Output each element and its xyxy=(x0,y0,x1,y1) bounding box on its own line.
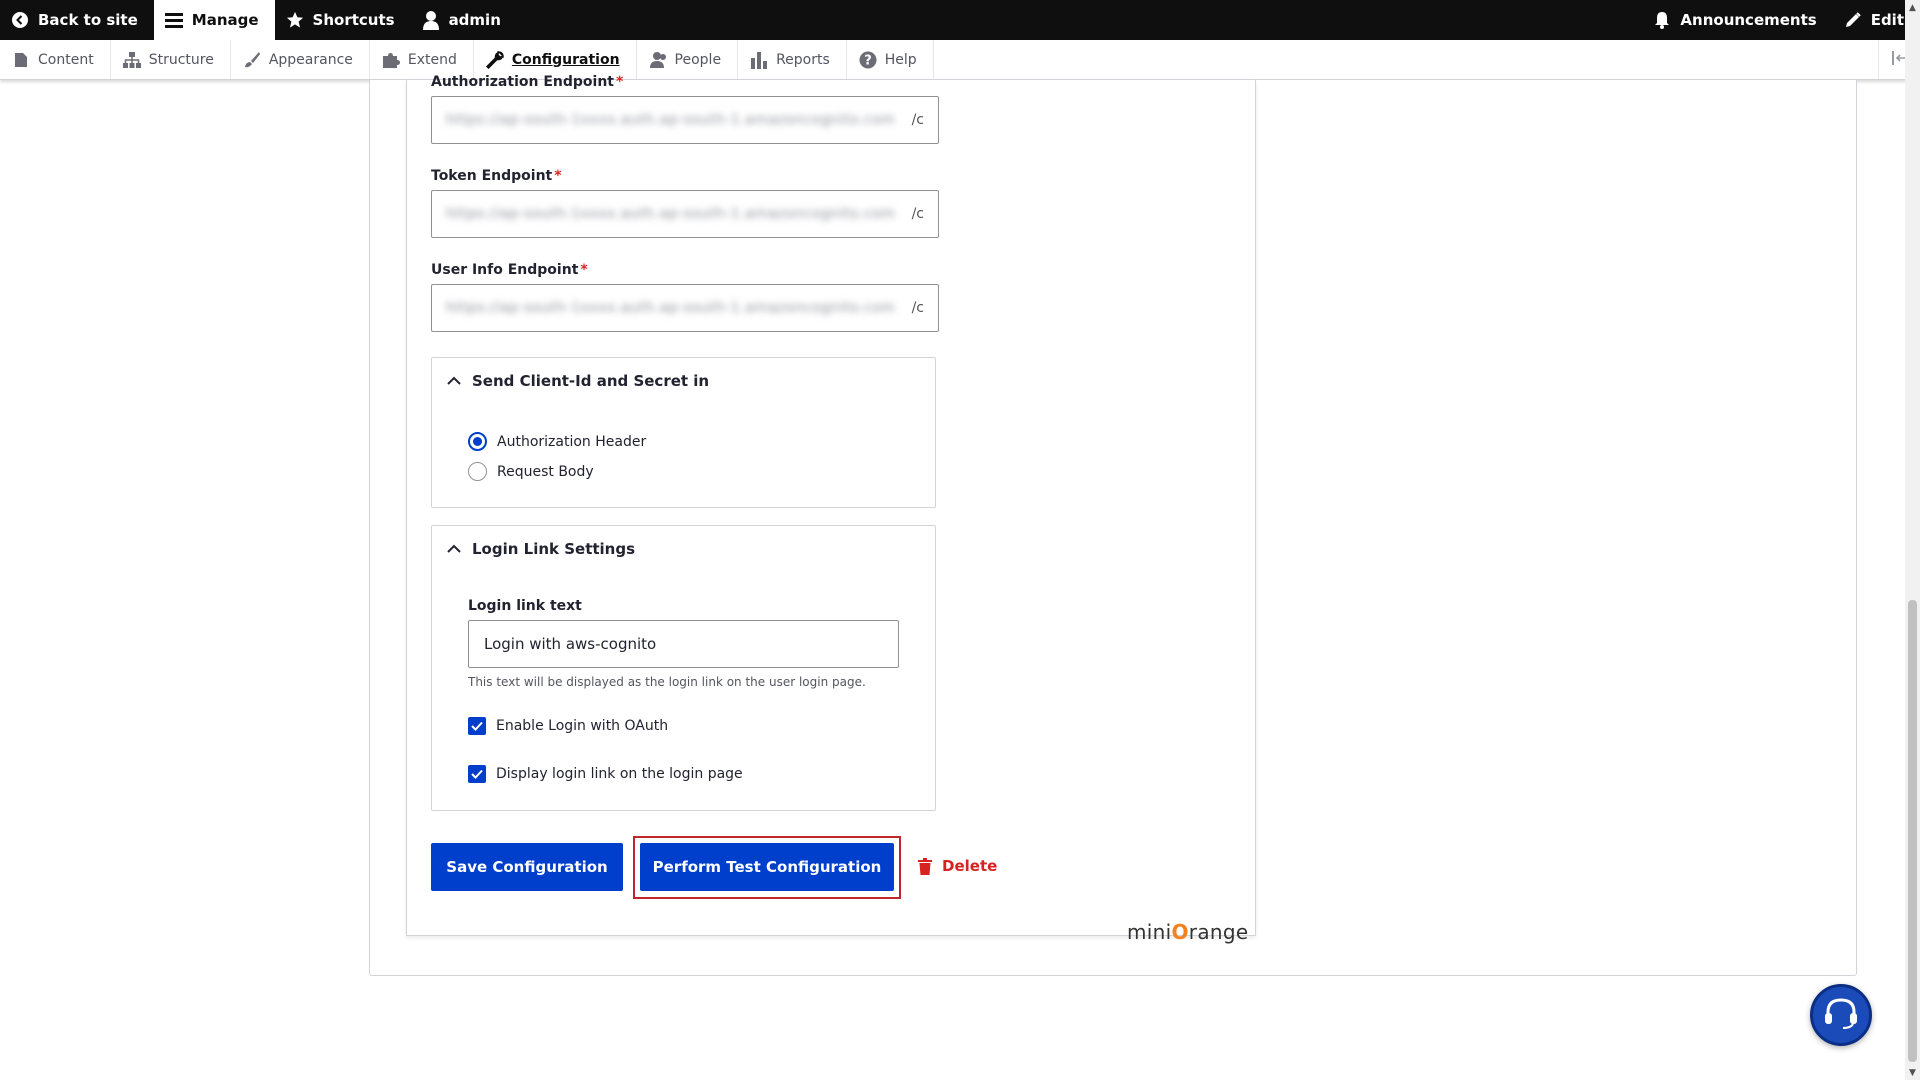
hamburger-icon xyxy=(164,10,184,30)
delete-label: Delete xyxy=(942,857,998,875)
radio-button-selected[interactable] xyxy=(468,432,487,451)
user-info-endpoint-suffix: /c xyxy=(911,300,924,316)
user-info-endpoint-input[interactable]: https://ap-south-1xxxx.auth.ap-south-1.a… xyxy=(431,284,939,332)
checkbox-label: Display login link on the login page xyxy=(496,766,743,782)
radio-label: Request Body xyxy=(497,463,594,480)
checkbox-label: Enable Login with OAuth xyxy=(496,718,669,734)
admin-toolbar: Back to site Manage Shortcuts admin Anno… xyxy=(0,0,1920,40)
login-link-text-label: Login link text xyxy=(468,598,582,614)
send-client-fieldset: Send Client-Id and Secret in Authorizati… xyxy=(431,357,936,508)
tray-item-label: People xyxy=(674,51,722,68)
announcements-link[interactable]: Announcements xyxy=(1642,0,1832,40)
authorization-endpoint-value: https://ap-south-1xxxx.auth.ap-south-1.a… xyxy=(446,112,896,128)
checkmark-icon xyxy=(471,721,483,731)
people-icon xyxy=(649,51,667,69)
token-endpoint-input[interactable]: https://ap-south-1xxxx.auth.ap-south-1.a… xyxy=(431,190,939,238)
scrollbar-thumb[interactable] xyxy=(1908,600,1917,1062)
user-icon xyxy=(421,10,441,30)
required-marker: * xyxy=(554,168,562,184)
support-chat-button[interactable] xyxy=(1810,984,1872,1046)
login-link-title: Login Link Settings xyxy=(472,540,636,558)
tray-item-structure[interactable]: Structure xyxy=(111,40,231,79)
authorization-endpoint-label: Authorization Endpoint * xyxy=(431,74,624,90)
sitemap-icon xyxy=(122,51,141,69)
checkbox-checked[interactable] xyxy=(468,717,486,735)
edit-label: Edit xyxy=(1870,11,1904,29)
user-tab[interactable]: admin xyxy=(411,0,517,40)
display-link-checkbox-row[interactable]: Display login link on the login page xyxy=(468,765,743,783)
enable-oauth-checkbox-row[interactable]: Enable Login with OAuth xyxy=(468,717,668,735)
login-link-fieldset: Login Link Settings Login link text Enab… xyxy=(431,525,936,811)
radio-label: Authorization Header xyxy=(497,433,647,450)
save-configuration-button[interactable]: Save Configuration xyxy=(431,843,623,891)
tray-item-content[interactable]: Content xyxy=(0,40,111,79)
star-icon xyxy=(285,10,305,30)
login-link-help-text: This text will be displayed as the login… xyxy=(468,675,866,689)
back-to-site-label: Back to site xyxy=(38,11,138,29)
announcements-label: Announcements xyxy=(1680,11,1817,29)
tray-item-label: Configuration xyxy=(511,51,620,68)
authorization-endpoint-input[interactable]: https://ap-south-1xxxx.auth.ap-south-1.a… xyxy=(431,96,939,144)
scroll-down-arrow-icon[interactable]: ▼ xyxy=(1908,1068,1917,1078)
token-endpoint-value: https://ap-south-1xxxx.auth.ap-south-1.a… xyxy=(446,206,896,222)
user-label: admin xyxy=(448,11,501,29)
token-endpoint-suffix: /c xyxy=(911,206,924,222)
puzzle-icon xyxy=(382,51,400,69)
token-endpoint-label: Token Endpoint * xyxy=(431,168,562,184)
tray-item-label: Appearance xyxy=(268,51,353,68)
chevron-up-icon xyxy=(446,373,462,389)
bar-chart-icon xyxy=(750,51,768,69)
admin-tray: Content Structure Appearance Extend Conf… xyxy=(0,40,1920,80)
tray-item-appearance[interactable]: Appearance xyxy=(231,40,370,79)
user-info-endpoint-label: User Info Endpoint * xyxy=(431,262,588,278)
tray-item-label: Extend xyxy=(407,51,457,68)
radio-request-body[interactable]: Request Body xyxy=(468,462,594,481)
tray-item-label: Help xyxy=(884,51,917,68)
radio-authorization-header[interactable]: Authorization Header xyxy=(468,432,646,451)
shortcuts-label: Shortcuts xyxy=(312,11,395,29)
perform-test-configuration-button[interactable]: Perform Test Configuration xyxy=(640,843,894,891)
required-marker: * xyxy=(580,262,588,278)
login-link-text-input[interactable]: Login with aws-cognito xyxy=(468,620,899,668)
back-arrow-icon xyxy=(10,10,30,30)
back-to-site-link[interactable]: Back to site xyxy=(0,0,154,40)
pencil-icon xyxy=(1843,10,1863,30)
tray-item-label: Content xyxy=(38,51,94,68)
trash-icon xyxy=(918,857,932,875)
user-info-endpoint-value: https://ap-south-1xxxx.auth.ap-south-1.a… xyxy=(446,300,896,316)
wrench-icon xyxy=(485,50,504,69)
vertical-scrollbar[interactable]: ▲ ▼ xyxy=(1905,0,1920,1080)
manage-tab[interactable]: Manage xyxy=(153,0,275,40)
svg-text:?: ? xyxy=(864,53,872,68)
required-marker: * xyxy=(615,74,624,90)
tray-item-label: Structure xyxy=(148,51,214,68)
headset-icon xyxy=(1823,996,1859,1034)
shortcuts-tab[interactable]: Shortcuts xyxy=(275,0,411,40)
tray-item-label: Reports xyxy=(776,51,830,68)
login-link-toggle[interactable]: Login Link Settings xyxy=(446,540,635,558)
send-client-title: Send Client-Id and Secret in xyxy=(472,372,710,390)
help-icon: ? xyxy=(859,51,877,69)
scroll-up-arrow-icon[interactable]: ▲ xyxy=(1908,3,1917,13)
tray-item-people[interactable]: People xyxy=(637,40,739,79)
chevron-up-icon xyxy=(446,541,462,557)
checkbox-checked[interactable] xyxy=(468,765,486,783)
send-client-toggle[interactable]: Send Client-Id and Secret in xyxy=(446,372,709,390)
tray-item-help[interactable]: ? Help xyxy=(847,40,934,79)
bell-icon xyxy=(1652,10,1672,30)
miniorange-logo: miniOrange xyxy=(1127,920,1249,944)
authorization-endpoint-suffix: /c xyxy=(911,112,924,128)
file-icon xyxy=(12,51,30,69)
delete-button[interactable]: Delete xyxy=(918,857,997,875)
checkmark-icon xyxy=(471,769,483,779)
manage-label: Manage xyxy=(191,11,259,29)
radio-button[interactable] xyxy=(468,462,487,481)
tray-item-reports[interactable]: Reports xyxy=(738,40,847,79)
brush-icon xyxy=(243,51,261,69)
